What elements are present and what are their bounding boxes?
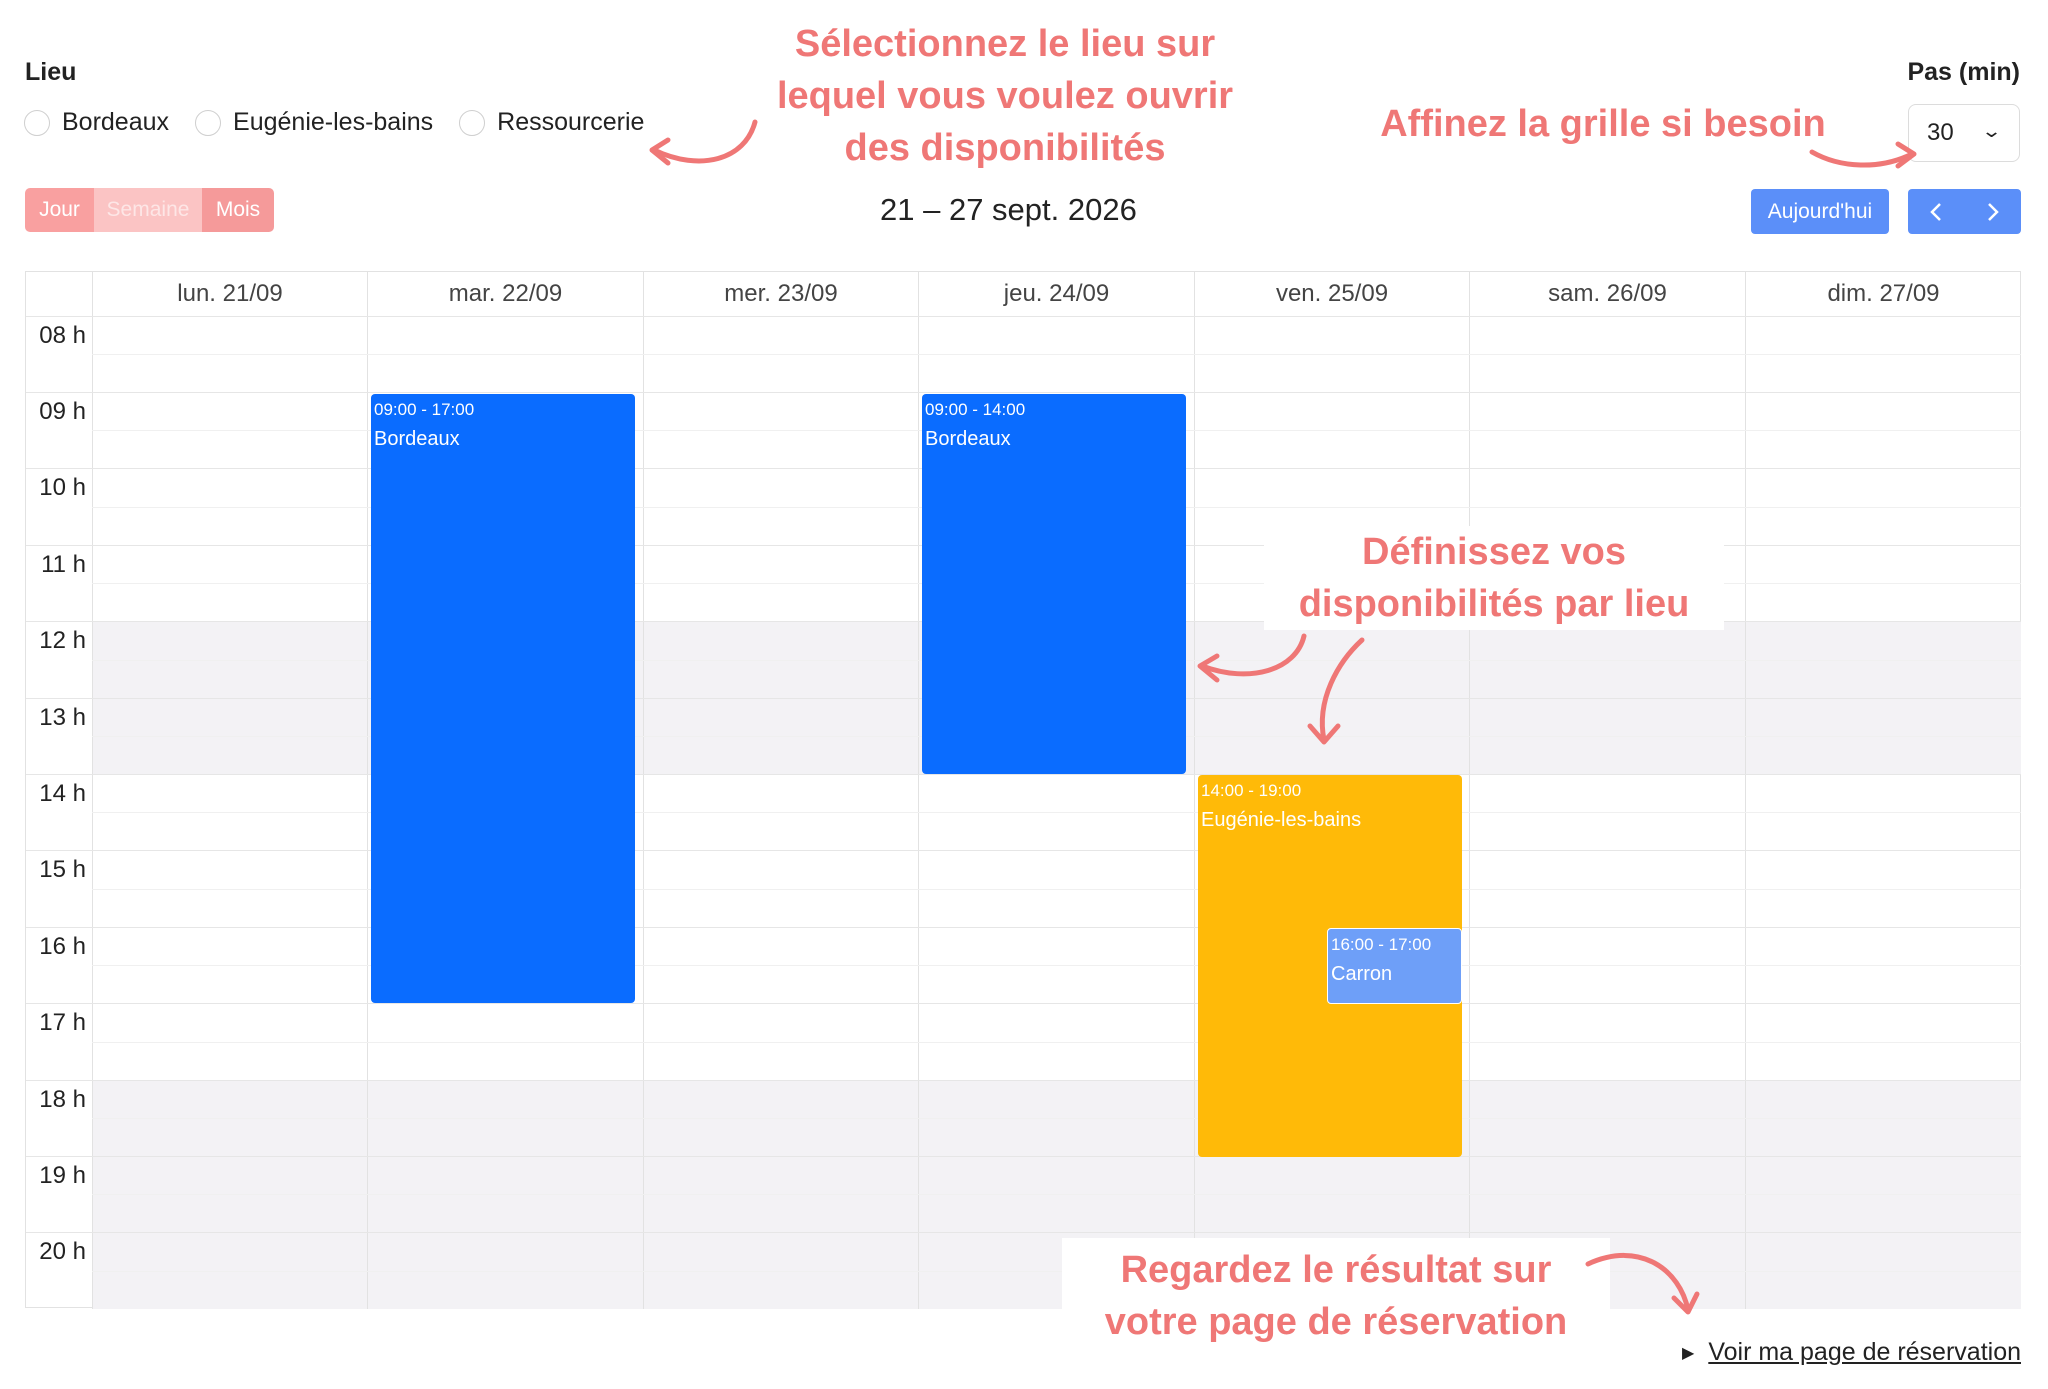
booking-link-row: ▶ Voir ma page de réservation [1682,1338,2021,1367]
arrow-icon [1585,1252,1691,1313]
arrow-icon [1319,637,1365,743]
triangle-right-icon: ▶ [1682,1344,1695,1362]
arrow-icon [1809,149,1915,168]
annotation-arrows [649,119,1917,1315]
booking-page-link[interactable]: Voir ma page de réservation [1708,1338,2021,1367]
